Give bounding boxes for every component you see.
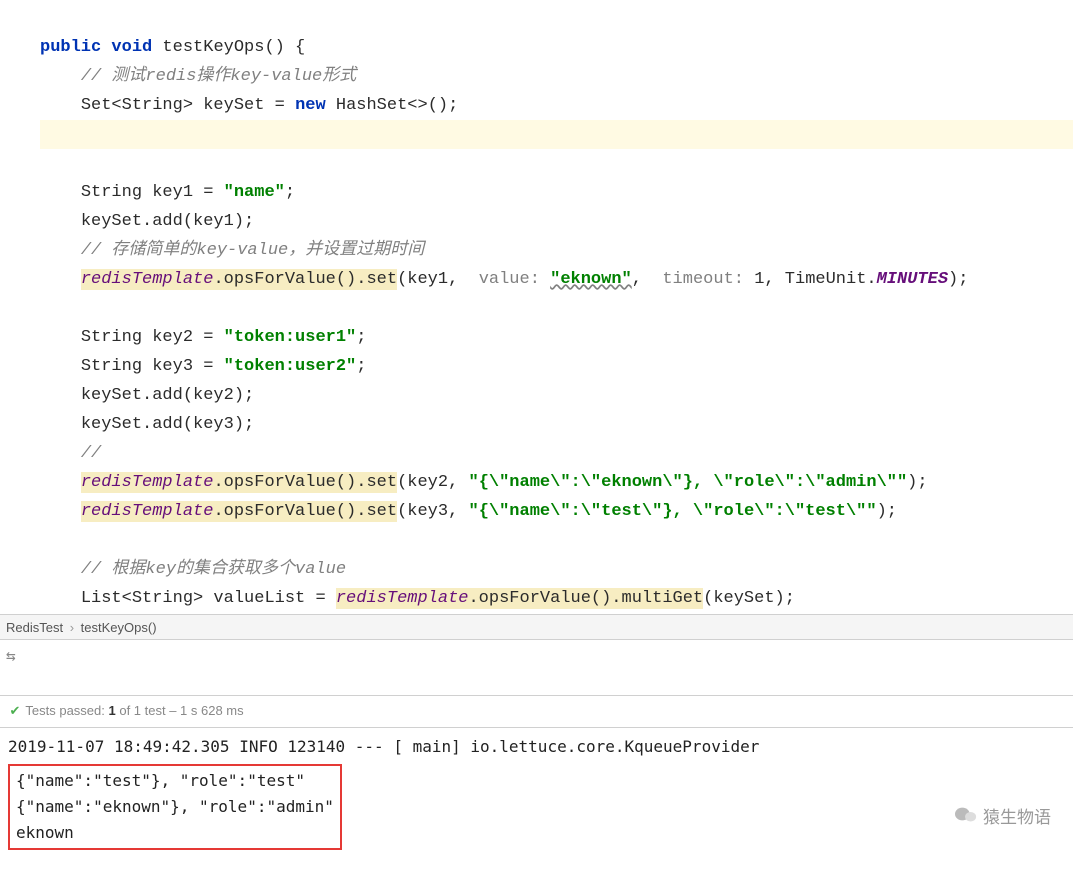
wechat-label: 猿生物语 xyxy=(983,805,1051,831)
l9: keySet.add(key3); xyxy=(81,415,254,434)
l5a: redisTemplate xyxy=(81,269,214,290)
code-editor[interactable]: public void testKeyOps() { // 测试redis操作k… xyxy=(0,0,1073,614)
console-box-l3: eknown xyxy=(16,820,334,846)
l3s: "name" xyxy=(224,183,285,202)
test-status-bar: ✔ Tests passed: 1 of 1 test – 1 s 628 ms xyxy=(0,696,1073,728)
tests-passed-count: 1 xyxy=(109,703,116,718)
kw-public: public xyxy=(40,38,101,57)
l12a: List<String> valueList = xyxy=(81,589,336,608)
l10c: (key2, xyxy=(397,473,468,492)
l12d: (keySet); xyxy=(703,589,795,608)
l5e: , TimeUnit. xyxy=(764,270,876,289)
l7a: String key3 = xyxy=(81,357,224,376)
l11d: ); xyxy=(877,502,897,521)
l6a: String key2 = xyxy=(81,328,224,347)
l6s: "token:user1" xyxy=(224,328,357,347)
l12c: .opsForValue().multiGet xyxy=(468,588,703,609)
breadcrumb-sep: › xyxy=(70,620,74,635)
l5s1: "eknown" xyxy=(550,270,632,289)
l2a: Set<String> keySet = xyxy=(81,96,295,115)
wechat-watermark: 猿生物语 xyxy=(949,800,1057,836)
l8: keySet.add(key2); xyxy=(81,386,254,405)
l4: keySet.add(key1); xyxy=(81,212,254,231)
toggle-icon[interactable]: ⇆ xyxy=(6,648,16,666)
l11s: "{\"name\":\"test\"}, \"role\":\"test\"" xyxy=(469,502,877,521)
l10s: "{\"name\":\"eknown\"}, \"role\":\"admin… xyxy=(469,473,908,492)
breadcrumb-class[interactable]: RedisTest xyxy=(6,620,63,635)
method-sig: testKeyOps() { xyxy=(152,38,305,57)
l5c: (key1, xyxy=(397,270,468,289)
l11c: (key3, xyxy=(397,502,468,521)
tests-status-tail: of 1 test – 1 s 628 ms xyxy=(116,703,244,718)
check-icon: ✔ xyxy=(8,703,22,719)
breadcrumb-method[interactable]: testKeyOps() xyxy=(81,620,157,635)
l11a: redisTemplate xyxy=(81,501,214,522)
console-box-l1: {"name":"test"}, "role":"test" xyxy=(16,768,334,794)
kw-void: void xyxy=(111,38,152,57)
kw-new: new xyxy=(295,96,326,115)
l2b: HashSet<>(); xyxy=(326,96,459,115)
l6b: ; xyxy=(356,328,366,347)
l11b: .opsForValue().set xyxy=(213,501,397,522)
l3b: ; xyxy=(285,183,295,202)
l5h1: value: xyxy=(479,270,540,289)
l5f: ); xyxy=(948,270,968,289)
l12b: redisTemplate xyxy=(336,588,469,609)
console-box-l2: {"name":"eknown"}, "role":"admin" xyxy=(16,794,334,820)
comment-1: // 测试redis操作key-value形式 xyxy=(81,67,356,86)
l7b: ; xyxy=(356,357,366,376)
tests-passed-label: Tests passed: xyxy=(25,703,108,718)
l5n: 1 xyxy=(754,270,764,289)
comment-3: // xyxy=(81,444,101,463)
console-line-1: 2019-11-07 18:49:42.305 INFO 123140 --- … xyxy=(8,734,1065,760)
console-highlight-box: {"name":"test"}, "role":"test" {"name":"… xyxy=(8,764,342,850)
comment-2: // 存储简单的key-value，并设置过期时间 xyxy=(81,241,424,260)
l5d: , xyxy=(632,270,652,289)
breadcrumb[interactable]: RedisTest › testKeyOps() xyxy=(0,614,1073,640)
run-toolbar[interactable]: ⇆ xyxy=(0,640,1073,696)
l5h2: timeout: xyxy=(662,270,744,289)
l5enum: MINUTES xyxy=(877,270,948,289)
l10b: .opsForValue().set xyxy=(213,472,397,493)
l5b: .opsForValue().set xyxy=(213,269,397,290)
comment-4: // 根据key的集合获取多个value xyxy=(81,560,346,579)
l3a: String key1 = xyxy=(81,183,224,202)
wechat-icon xyxy=(955,804,977,832)
l7s: "token:user2" xyxy=(224,357,357,376)
caret-line xyxy=(40,120,1073,149)
l10a: redisTemplate xyxy=(81,472,214,493)
console-output[interactable]: 2019-11-07 18:49:42.305 INFO 123140 --- … xyxy=(0,728,1073,856)
l10d: ); xyxy=(907,473,927,492)
